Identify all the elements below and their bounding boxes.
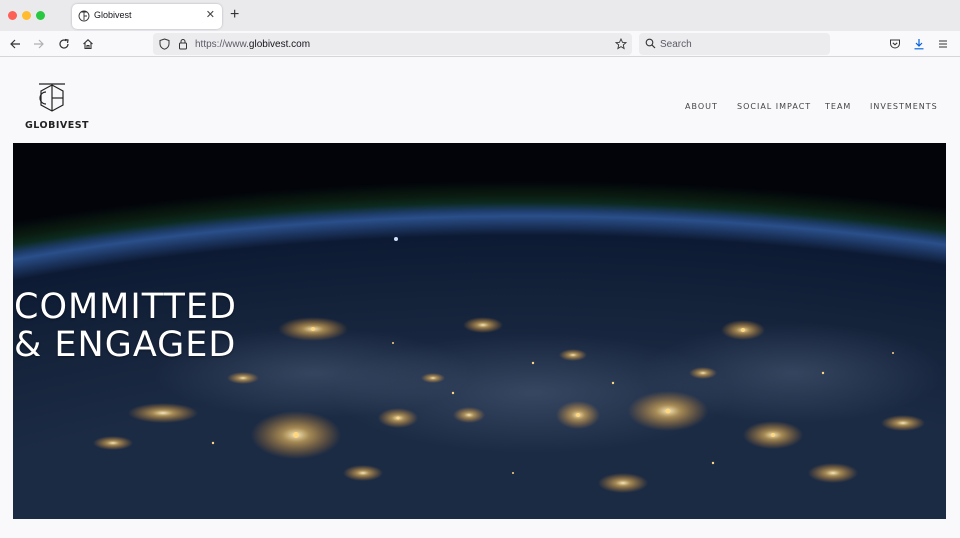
minimize-window-button[interactable] bbox=[22, 11, 31, 20]
search-bar[interactable]: Search bbox=[639, 33, 830, 55]
pocket-icon[interactable] bbox=[887, 36, 903, 52]
nav-link-social-impact[interactable]: SOCIAL IMPACT bbox=[737, 102, 811, 111]
bookmark-star-icon[interactable] bbox=[615, 38, 627, 50]
globivest-favicon-icon bbox=[78, 10, 90, 22]
logo-wordmark: GLOBIVEST bbox=[25, 120, 90, 131]
hero-headline: COMMITTED & ENGAGED bbox=[14, 288, 237, 364]
nav-link-team[interactable]: TEAM bbox=[825, 102, 851, 111]
lock-icon[interactable] bbox=[178, 38, 188, 50]
site-logo[interactable]: GLOBIVEST bbox=[24, 82, 89, 132]
tab-strip: Globivest ✕ + bbox=[0, 0, 960, 31]
search-placeholder: Search bbox=[660, 39, 692, 50]
new-tab-button[interactable]: + bbox=[230, 6, 239, 24]
shield-icon[interactable] bbox=[159, 38, 170, 50]
back-icon[interactable] bbox=[7, 36, 23, 52]
url-host: globivest.com bbox=[248, 39, 311, 50]
globivest-logo-mark-icon bbox=[39, 83, 65, 112]
close-window-button[interactable] bbox=[8, 11, 17, 20]
tab-close-icon[interactable]: ✕ bbox=[206, 9, 215, 21]
search-icon bbox=[645, 38, 656, 49]
reload-icon[interactable] bbox=[56, 36, 72, 52]
menu-icon[interactable] bbox=[935, 36, 951, 52]
url-text: https://www.globivest.com bbox=[195, 39, 310, 50]
navigation-toolbar: https://www.globivest.com Search bbox=[0, 31, 960, 57]
url-prefix: https://www. bbox=[195, 39, 249, 50]
nav-link-about[interactable]: ABOUT bbox=[685, 102, 718, 111]
hero-headline-line-1: COMMITTED bbox=[14, 287, 237, 327]
url-bar[interactable]: https://www.globivest.com bbox=[153, 33, 632, 55]
hero-banner: COMMITTED & ENGAGED bbox=[13, 143, 946, 519]
home-icon[interactable] bbox=[80, 36, 96, 52]
download-icon[interactable] bbox=[911, 36, 927, 52]
browser-tab[interactable]: Globivest ✕ bbox=[72, 4, 222, 29]
maximize-window-button[interactable] bbox=[36, 11, 45, 20]
web-page: GLOBIVEST ABOUT SOCIAL IMPACT TEAM INVES… bbox=[0, 58, 960, 538]
hero-headline-line-2: & ENGAGED bbox=[14, 325, 237, 365]
forward-icon[interactable] bbox=[31, 36, 47, 52]
nav-link-investments[interactable]: INVESTMENTS bbox=[870, 102, 938, 111]
tab-title: Globivest bbox=[94, 10, 132, 20]
